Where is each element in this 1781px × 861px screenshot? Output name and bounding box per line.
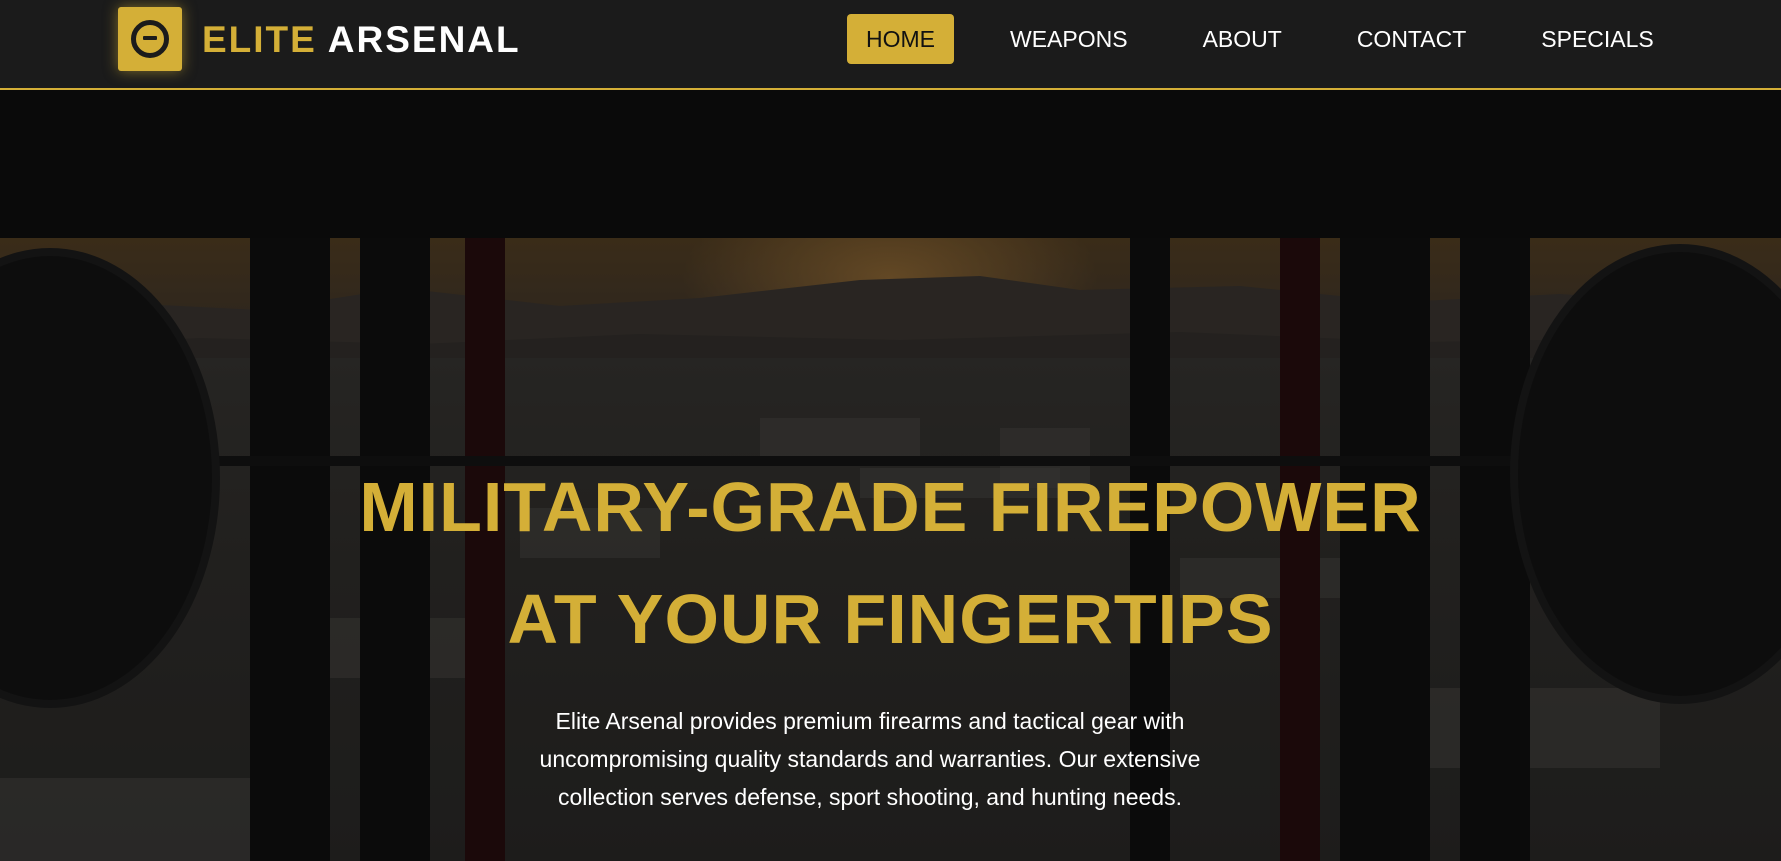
main-nav: HOME WEAPONS ABOUT CONTACT SPECIALS [847,14,1673,64]
nav-weapons[interactable]: WEAPONS [991,14,1147,64]
nav-home[interactable]: HOME [847,14,954,64]
hero-title-line2: AT YOUR FINGERTIPS [507,580,1274,658]
header-spacer [0,92,1781,238]
nav-contact[interactable]: CONTACT [1338,14,1485,64]
hero-section: MILITARY-GRADE FIREPOWER AT YOUR FINGERT… [0,238,1781,861]
hero-description: Elite Arsenal provides premium firearms … [539,708,1201,810]
site-header: ELITE ARSENAL HOME WEAPONS ABOUT CONTACT… [0,0,1781,90]
nav-about[interactable]: ABOUT [1184,14,1301,64]
hero-title-line1: MILITARY-GRADE FIREPOWER [359,468,1422,546]
brand-name-part2: ARSENAL [327,18,521,60]
nav-specials[interactable]: SPECIALS [1522,14,1673,64]
brand-name: ELITE ARSENAL [202,21,521,58]
circle-minus-icon [118,7,182,71]
brand-name-part1: ELITE [202,18,317,60]
logo-link[interactable]: ELITE ARSENAL [118,7,521,71]
